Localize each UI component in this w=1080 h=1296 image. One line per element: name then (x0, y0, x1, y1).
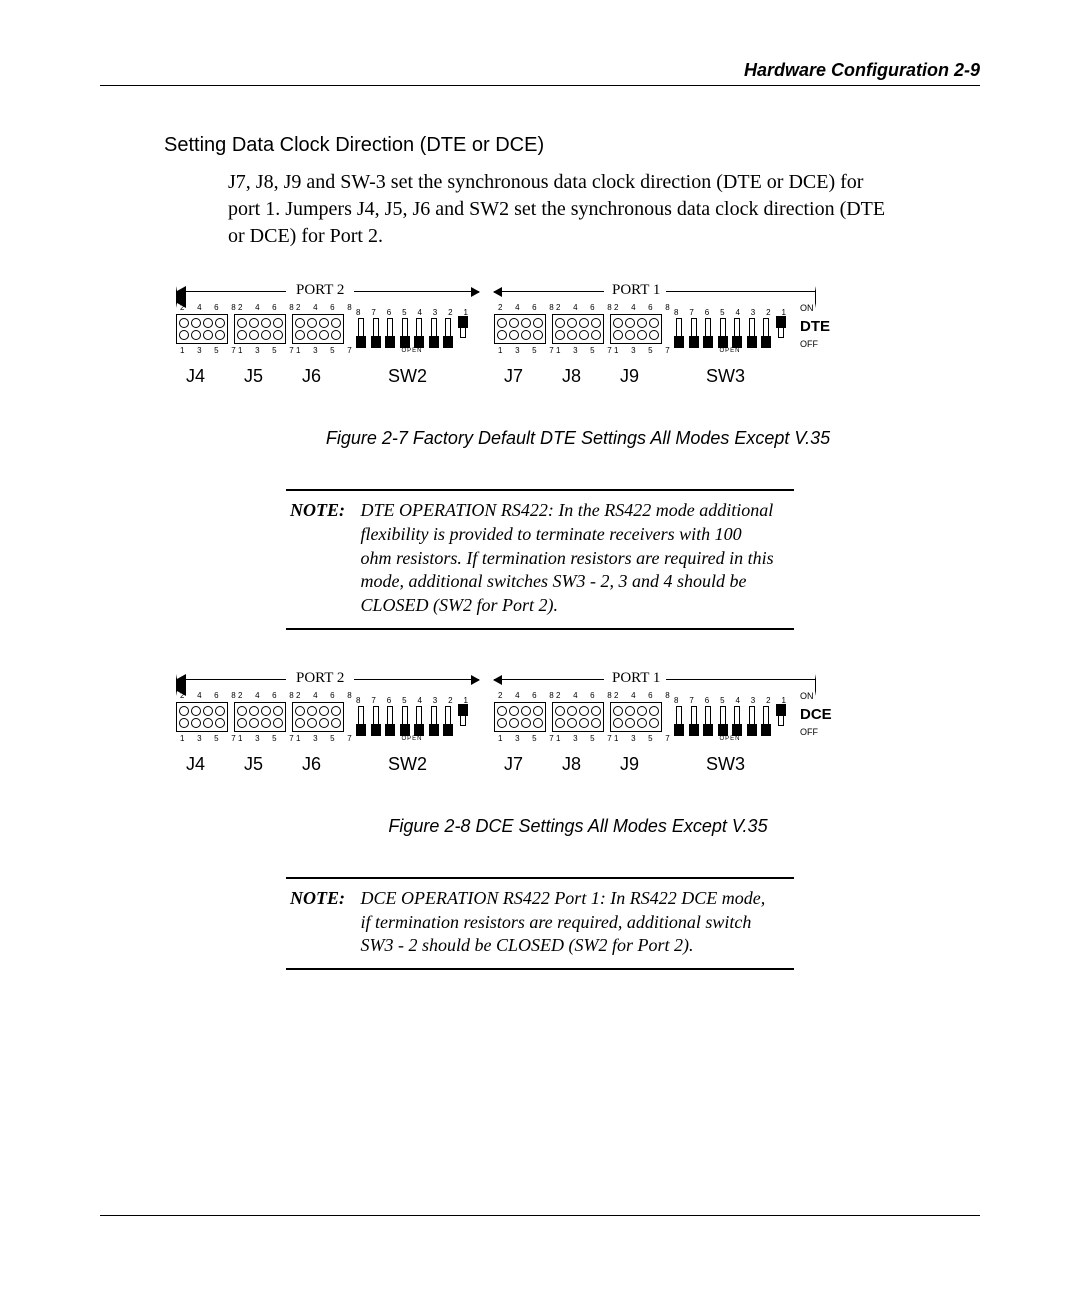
fig2-dip-sw2: 87654321 OPEN (356, 696, 468, 736)
figure-2-8: PORT 2 PORT 1 2 4 6 8 1 3 5 7 J4 2 4 6 8… (176, 666, 980, 837)
fig2-jumper-j5 (234, 702, 286, 732)
j8-label: J8 (562, 366, 581, 387)
fig2-port1-label: PORT 1 (612, 670, 660, 687)
fig2-jumper-j9 (610, 702, 662, 732)
fig2-jumper-j7 (494, 702, 546, 732)
section-paragraph: J7, J8, J9 and SW-3 set the synchronous … (228, 169, 888, 250)
fig2-side-labels: ON DCE OFF (800, 692, 832, 737)
section-title: Setting Data Clock Direction (DTE or DCE… (164, 134, 980, 157)
j7-label: J7 (504, 366, 523, 387)
footer-rule (100, 1215, 980, 1216)
j4-bot-nums: 1 3 5 7 (180, 346, 241, 355)
j5-label: J5 (244, 366, 263, 387)
jumper-j6 (292, 314, 344, 344)
j4-top-nums: 2 4 6 8 (180, 303, 241, 312)
fig2-port2-label: PORT 2 (296, 670, 344, 687)
dip-sw3: 87654321 OPEN (674, 308, 786, 348)
jumper-j5 (234, 314, 286, 344)
fig2-jumper-j4 (176, 702, 228, 732)
fig2-dip-sw3: 87654321 OPEN (674, 696, 786, 736)
fig2-jumper-j6 (292, 702, 344, 732)
dip-sw2: 87654321 OPEN (356, 308, 468, 348)
figure-2-7: PORT 2 PORT 1 2 4 6 8 1 3 5 7 J4 2 4 6 8… (176, 278, 980, 449)
j6-label: J6 (302, 366, 321, 387)
port1-label: PORT 1 (612, 282, 660, 299)
j4-label: J4 (186, 366, 205, 387)
note2-text: DCE OPERATION RS422 Port 1: In RS422 DCE… (361, 887, 775, 958)
fig1-side-labels: ON DTE OFF (800, 304, 830, 349)
note2-label: NOTE: (290, 887, 356, 911)
note-dce-rs422: NOTE: DCE OPERATION RS422 Port 1: In RS4… (286, 877, 794, 970)
figure-2-8-caption: Figure 2-8 DCE Settings All Modes Except… (176, 816, 980, 837)
jumper-j8 (552, 314, 604, 344)
sw3-label: SW3 (706, 366, 745, 387)
port2-label: PORT 2 (296, 282, 344, 299)
figure-2-7-caption: Figure 2-7 Factory Default DTE Settings … (176, 428, 980, 449)
sw2-label: SW2 (388, 366, 427, 387)
jumper-j9 (610, 314, 662, 344)
note-dte-rs422: NOTE: DTE OPERATION RS422: In the RS422 … (286, 489, 794, 630)
jumper-j4 (176, 314, 228, 344)
j9-label: J9 (620, 366, 639, 387)
note1-text: DTE OPERATION RS422: In the RS422 mode a… (361, 499, 775, 618)
running-header: Hardware Configuration 2-9 (100, 60, 980, 86)
jumper-j7 (494, 314, 546, 344)
fig2-jumper-j8 (552, 702, 604, 732)
note1-label: NOTE: (290, 499, 356, 523)
